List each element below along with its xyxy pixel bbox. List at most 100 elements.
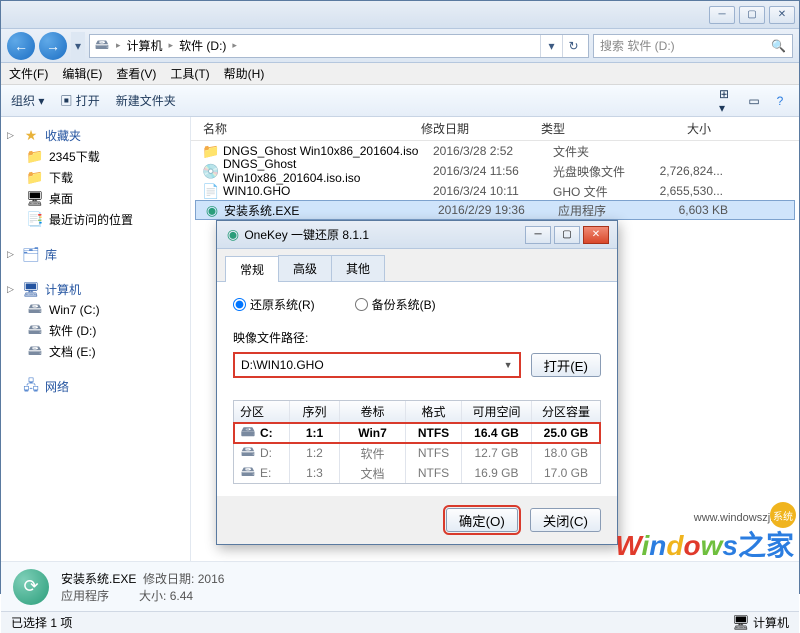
partition-row[interactable]: 🖴D: 1:2软件NTFS12.7 GB18.0 GB [234, 443, 600, 463]
details-filename: 安装系统.EXE [61, 572, 136, 586]
breadcrumb-drive[interactable]: 软件 (D:) [179, 37, 226, 54]
menu-bar: 文件(F) 编辑(E) 查看(V) 工具(T) 帮助(H) [1, 63, 799, 85]
menu-edit[interactable]: 编辑(E) [62, 65, 102, 82]
chevron-right-icon: ▸ [169, 40, 174, 51]
menu-file[interactable]: 文件(F) [9, 65, 48, 82]
pt-col-fs[interactable]: 格式 [406, 401, 462, 422]
breadcrumb-computer[interactable]: 计算机 [127, 37, 163, 54]
col-name[interactable]: 名称 [191, 120, 421, 137]
partition-table: 分区 序列 卷标 格式 可用空间 分区容量 🖴C: 1:1Win7NTFS16.… [233, 400, 601, 484]
radio-backup[interactable]: 备份系统(B) [355, 296, 436, 313]
tab-other[interactable]: 其他 [331, 255, 385, 281]
sidebar-item-2345[interactable]: 📁2345下载 [7, 146, 184, 167]
col-size[interactable]: 大小 [641, 120, 721, 137]
pt-col-label[interactable]: 卷标 [340, 401, 406, 422]
chevron-down-icon: ▼ [504, 360, 513, 370]
toolbar: 组织 ▾ ▣ 打开 新建文件夹 ⊞ ▾ ▭ ? [1, 85, 799, 117]
drive-icon: 🖴 [240, 445, 256, 461]
path-label: 映像文件路径: [233, 329, 601, 346]
menu-help[interactable]: 帮助(H) [224, 65, 265, 82]
status-location: 计算机 [753, 614, 789, 631]
onekey-dialog: ◉ OneKey 一键还原 8.1.1 ─ ▢ ✕ 常规 高级 其他 还原系统(… [216, 220, 618, 545]
computer-icon: 🖥 [733, 615, 749, 631]
partition-row[interactable]: 🖴E: 1:3文档NTFS16.9 GB17.0 GB [234, 463, 600, 483]
refresh-button[interactable]: ↻ [562, 35, 584, 57]
menu-tools[interactable]: 工具(T) [170, 65, 209, 82]
pt-col-free[interactable]: 可用空间 [462, 401, 532, 422]
file-row[interactable]: ◉ 安装系统.EXE2016/2/29 19:36应用程序6,603 KB [195, 200, 795, 220]
organize-button[interactable]: 组织 ▾ [11, 92, 44, 109]
sidebar-item-desktop[interactable]: 🖥桌面 [7, 188, 184, 209]
view-options-icon[interactable]: ⊞ ▾ [719, 92, 737, 110]
details-type: 应用程序 [61, 589, 109, 603]
dialog-close-button[interactable]: ✕ [583, 226, 609, 244]
search-placeholder: 搜索 软件 (D:) [600, 37, 675, 54]
status-bar: 已选择 1 项 🖥计算机 [1, 611, 799, 633]
history-dropdown[interactable]: ▾ [71, 32, 85, 60]
nav-bar: ← → ▾ 🖴 ▸ 计算机 ▸ 软件 (D:) ▸ ▾ ↻ 搜索 软件 (D:)… [1, 29, 799, 63]
radio-restore[interactable]: 还原系统(R) [233, 296, 315, 313]
desktop-icon: 🖥 [27, 191, 43, 207]
back-button[interactable]: ← [7, 32, 35, 60]
dialog-titlebar[interactable]: ◉ OneKey 一键还原 8.1.1 ─ ▢ ✕ [217, 221, 617, 249]
open-file-button[interactable]: 打开(E) [531, 353, 601, 377]
sidebar-item-recent[interactable]: 📑最近访问的位置 [7, 209, 184, 230]
maximize-button[interactable]: ▢ [739, 6, 765, 24]
computer-icon: 🖥 [23, 282, 39, 298]
drive-icon: 🖴 [240, 425, 256, 441]
sidebar-favorites[interactable]: ▷★收藏夹 [7, 125, 184, 146]
search-icon: 🔍 [771, 39, 786, 53]
chevron-right-icon: ▸ [232, 40, 237, 51]
col-date[interactable]: 修改日期 [421, 120, 541, 137]
file-icon: 📄 [203, 183, 219, 199]
exe-icon: ⟳ [13, 569, 49, 605]
open-button[interactable]: ▣ 打开 [60, 92, 99, 109]
drive-icon: 🖴 [27, 323, 43, 339]
sidebar-drive-c[interactable]: 🖴Win7 (C:) [7, 300, 184, 320]
exe-icon: ◉ [204, 202, 220, 218]
tab-advanced[interactable]: 高级 [278, 255, 332, 281]
menu-view[interactable]: 查看(V) [116, 65, 156, 82]
new-folder-button[interactable]: 新建文件夹 [116, 92, 176, 109]
dialog-minimize-button[interactable]: ─ [525, 226, 551, 244]
drive-icon: 🖴 [240, 465, 256, 481]
preview-pane-icon[interactable]: ▭ [745, 92, 763, 110]
sidebar-libraries[interactable]: ▷🗂库 [7, 244, 184, 265]
sidebar-drive-d[interactable]: 🖴软件 (D:) [7, 320, 184, 341]
partition-row[interactable]: 🖴C: 1:1Win7NTFS16.4 GB25.0 GB [234, 423, 600, 443]
chevron-right-icon: ▸ [116, 40, 121, 51]
sidebar-drive-e[interactable]: 🖴文档 (E:) [7, 341, 184, 362]
help-icon[interactable]: ? [771, 92, 789, 110]
image-path-combobox[interactable]: D:\WIN10.GHO ▼ [233, 352, 521, 378]
col-type[interactable]: 类型 [541, 120, 641, 137]
network-icon: 🖧 [23, 379, 39, 395]
sidebar-network[interactable]: 🖧网络 [7, 376, 184, 397]
search-input[interactable]: 搜索 软件 (D:) 🔍 [593, 34, 793, 58]
recent-icon: 📑 [27, 212, 43, 228]
close-button[interactable]: ✕ [769, 6, 795, 24]
ok-button[interactable]: 确定(O) [446, 508, 518, 532]
iso-icon: 💿 [203, 163, 219, 179]
pt-col-seq[interactable]: 序列 [290, 401, 340, 422]
library-icon: 🗂 [23, 247, 39, 263]
address-bar[interactable]: 🖴 ▸ 计算机 ▸ 软件 (D:) ▸ ▾ ↻ [89, 34, 589, 58]
minimize-button[interactable]: ─ [709, 6, 735, 24]
forward-button[interactable]: → [39, 32, 67, 60]
dialog-maximize-button[interactable]: ▢ [554, 226, 580, 244]
address-dropdown[interactable]: ▾ [540, 35, 562, 57]
folder-icon: 📁 [27, 149, 43, 165]
pt-col-part[interactable]: 分区 [234, 401, 290, 422]
tab-general[interactable]: 常规 [225, 256, 279, 282]
folder-icon: 📁 [27, 170, 43, 186]
sidebar-computer[interactable]: ▷🖥计算机 [7, 279, 184, 300]
file-row[interactable]: 💿 DNGS_Ghost Win10x86_201604.iso.iso2016… [191, 161, 799, 181]
pt-col-total[interactable]: 分区容量 [532, 401, 600, 422]
sidebar: ▷★收藏夹 📁2345下载 📁下载 🖥桌面 📑最近访问的位置 ▷🗂库 ▷🖥计算机… [1, 117, 191, 561]
window-titlebar[interactable]: ─ ▢ ✕ [1, 1, 799, 29]
sidebar-item-downloads[interactable]: 📁下载 [7, 167, 184, 188]
file-row[interactable]: 📄 WIN10.GHO2016/3/24 10:11GHO 文件2,655,53… [191, 181, 799, 201]
star-icon: ★ [23, 128, 39, 144]
folder-icon: 📁 [203, 143, 219, 159]
close-button[interactable]: 关闭(C) [530, 508, 601, 532]
app-icon: ◉ [225, 227, 241, 243]
